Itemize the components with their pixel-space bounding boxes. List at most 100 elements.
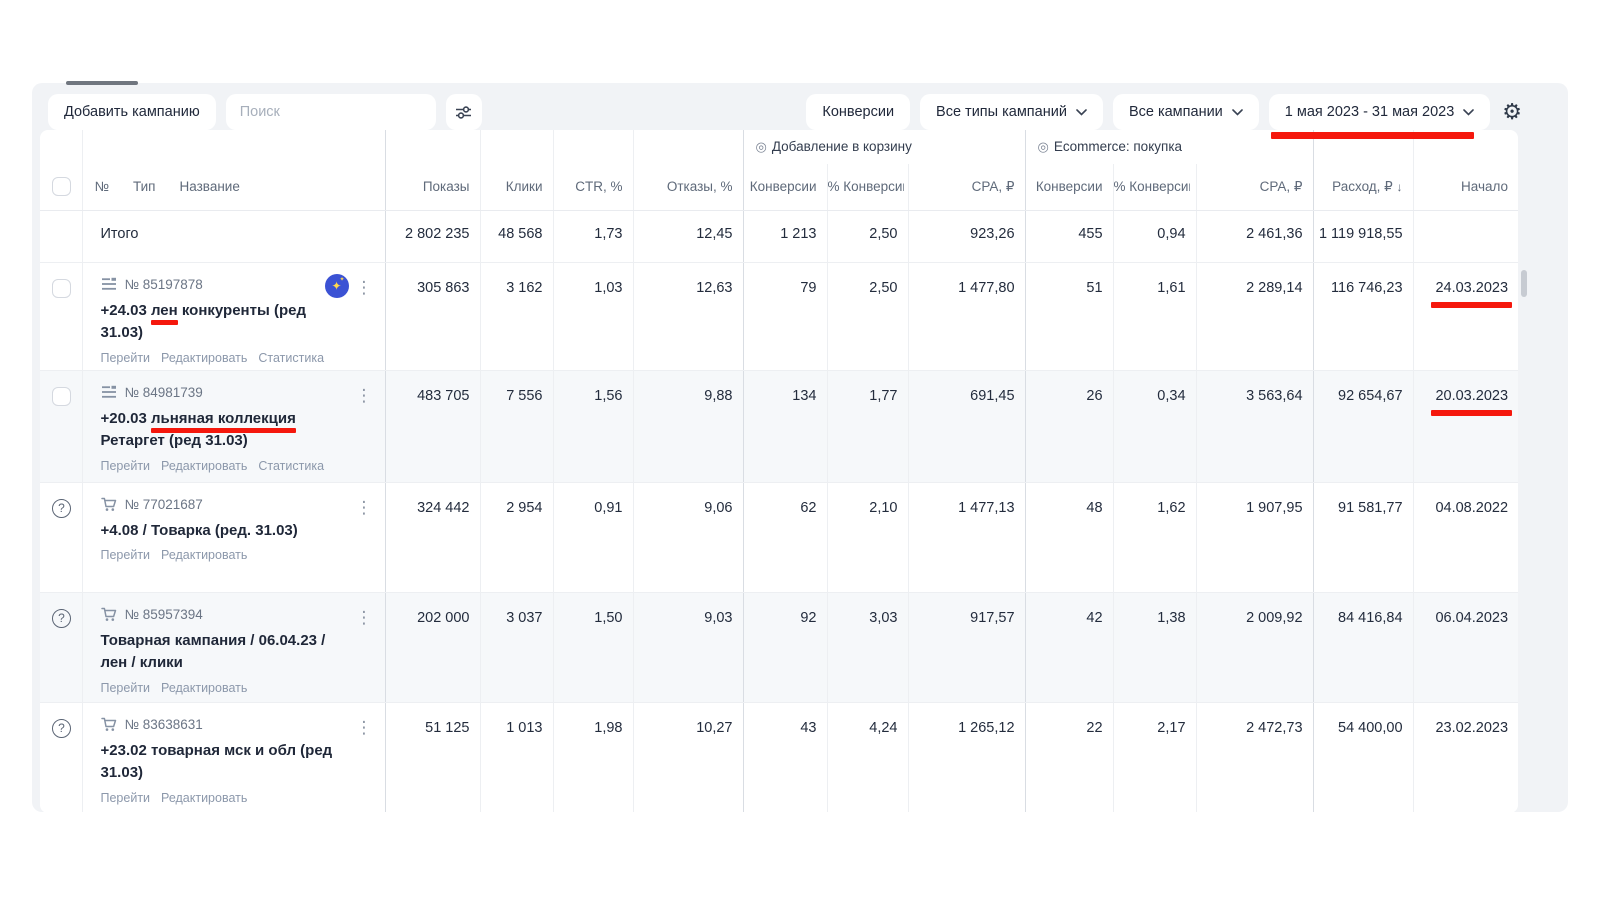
goal-group-cart: ◎Добавление в корзину [743, 130, 1025, 164]
campaign-id[interactable]: № 84981739 [125, 385, 203, 400]
cell-ecom-conv: 48 [1025, 482, 1113, 592]
link-stats[interactable]: Статистика [258, 459, 324, 473]
col-ecom-conversions[interactable]: Конверсии [1025, 164, 1113, 210]
help-icon[interactable]: ? [52, 609, 71, 628]
cell-cost: 92 654,67 [1313, 370, 1413, 482]
cell-shows: 51 125 [385, 702, 480, 812]
search-input[interactable] [226, 94, 436, 130]
column-header-row: № Тип Название Показы Клики CTR, % Отказ… [40, 164, 1518, 210]
cell-bounces: 12,63 [633, 262, 743, 370]
cell-start: 20.03.2023 [1413, 370, 1518, 482]
col-ctr[interactable]: CTR, % [553, 164, 633, 210]
totals-row: Итого 2 802 235 48 568 1,73 12,45 1 213 … [40, 210, 1518, 262]
help-icon[interactable]: ? [52, 499, 71, 518]
link-stats[interactable]: Статистика [258, 351, 324, 365]
toolbar: Добавить кампанию Конверсии Все типы кам… [32, 83, 1568, 130]
campaigns-table-card: ◎Добавление в корзину ◎Ecommerce: покупк… [40, 130, 1518, 812]
kebab-menu-icon[interactable]: ⋮ [356, 499, 373, 516]
cell-ctr: 0,91 [553, 482, 633, 592]
link-edit[interactable]: Редактировать [161, 459, 247, 473]
all-campaigns-dropdown[interactable]: Все кампании [1113, 94, 1259, 130]
campaigns-panel: Добавить кампанию Конверсии Все типы кам… [32, 83, 1568, 812]
select-all-checkbox[interactable] [52, 177, 71, 196]
goal-target-icon: ◎ [1038, 139, 1049, 154]
totals-shows: 2 802 235 [385, 210, 480, 262]
cell-cost: 54 400,00 [1313, 702, 1413, 812]
row-checkbox[interactable] [52, 387, 71, 406]
cell-cart-conv: 62 [743, 482, 827, 592]
cart-campaign-icon [101, 607, 118, 622]
totals-cart-rate: 2,50 [827, 210, 908, 262]
totals-cart-conv: 1 213 [743, 210, 827, 262]
campaign-name[interactable]: +23.02 товарная мск и обл (ред 31.03) [101, 740, 345, 785]
cell-cart-rate: 3,03 [827, 592, 908, 702]
campaign-row: № 84981739 ⋮ +20.03 льняная коллекция Ре… [40, 370, 1518, 482]
cell-cart-rate: 2,10 [827, 482, 908, 592]
red-underline-annotation [1431, 302, 1512, 308]
campaign-name[interactable]: +4.08 / Товарка (ред. 31.03) [101, 520, 345, 543]
cell-ecom-cpa: 3 563,64 [1196, 370, 1313, 482]
kebab-menu-icon[interactable]: ⋮ [356, 387, 373, 404]
red-underline-annotation [151, 428, 296, 433]
help-icon[interactable]: ? [52, 719, 71, 738]
vertical-scrollbar-thumb[interactable] [1521, 270, 1527, 297]
cell-clicks: 3 037 [480, 592, 553, 702]
sort-desc-icon: ↓ [1397, 180, 1403, 194]
col-cart-conv-rate[interactable]: % Конверсии [827, 164, 908, 210]
cell-clicks: 7 556 [480, 370, 553, 482]
cell-ecom-cpa: 1 907,95 [1196, 482, 1313, 592]
gear-icon[interactable]: ⚙ [1500, 101, 1524, 123]
campaign-name[interactable]: +24.03 лен конкуренты (ред 31.03) [101, 300, 345, 345]
link-go[interactable]: Перейти [101, 548, 151, 562]
red-underline-annotation [1271, 132, 1474, 139]
link-edit[interactable]: Редактировать [161, 351, 247, 365]
col-shows[interactable]: Показы [385, 164, 480, 210]
campaign-types-dropdown[interactable]: Все типы кампаний [920, 94, 1103, 130]
cell-cart-conv: 43 [743, 702, 827, 812]
link-go[interactable]: Перейти [101, 459, 151, 473]
col-clicks[interactable]: Клики [480, 164, 553, 210]
conversions-button[interactable]: Конверсии [806, 94, 910, 130]
col-cart-conversions[interactable]: Конверсии [743, 164, 827, 210]
campaign-name[interactable]: +20.03 льняная коллекция Ретаргет (ред 3… [101, 408, 345, 453]
cell-cart-rate: 1,77 [827, 370, 908, 482]
campaign-row: ? [40, 592, 1518, 702]
campaign-id[interactable]: № 85957394 [125, 607, 203, 622]
cell-cart-rate: 2,50 [827, 262, 908, 370]
add-campaign-button[interactable]: Добавить кампанию [48, 94, 216, 130]
campaign-id[interactable]: № 83638631 [125, 717, 203, 732]
campaign-id[interactable]: № 77021687 [125, 497, 203, 512]
col-cart-cpa[interactable]: CPA, ₽ [908, 164, 1025, 210]
col-bounces[interactable]: Отказы, % [633, 164, 743, 210]
kebab-menu-icon[interactable]: ⋮ [356, 609, 373, 626]
tab-indicator [66, 81, 138, 85]
cell-ecom-rate: 1,38 [1113, 592, 1196, 702]
cell-ctr: 1,98 [553, 702, 633, 812]
cell-shows: 305 863 [385, 262, 480, 370]
col-cost[interactable]: Расход, ₽ ↓ [1313, 164, 1413, 210]
cell-cost: 91 581,77 [1313, 482, 1413, 592]
kebab-menu-icon[interactable]: ⋮ [356, 719, 373, 736]
cell-bounces: 9,03 [633, 592, 743, 702]
link-go[interactable]: Перейти [101, 351, 151, 365]
cell-ecom-conv: 26 [1025, 370, 1113, 482]
col-ecom-conv-rate[interactable]: % Конверсии [1113, 164, 1196, 210]
kebab-menu-icon[interactable]: ⋮ [356, 279, 373, 296]
date-range-dropdown[interactable]: 1 мая 2023 - 31 мая 2023 [1269, 94, 1490, 130]
cell-shows: 324 442 [385, 482, 480, 592]
col-ecom-cpa[interactable]: CPA, ₽ [1196, 164, 1313, 210]
cell-ecom-cpa: 2 289,14 [1196, 262, 1313, 370]
link-go[interactable]: Перейти [101, 791, 151, 805]
campaign-name[interactable]: Товарная кампания / 06.04.23 / лен / кли… [101, 630, 345, 675]
col-start[interactable]: Начало [1413, 164, 1518, 210]
campaign-id[interactable]: № 85197878 [125, 277, 203, 292]
cell-cost: 116 746,23 [1313, 262, 1413, 370]
link-go[interactable]: Перейти [101, 681, 151, 695]
link-edit[interactable]: Редактировать [161, 681, 247, 695]
link-edit[interactable]: Редактировать [161, 548, 247, 562]
totals-cost: 1 119 918,55 [1313, 210, 1413, 262]
row-checkbox[interactable] [52, 279, 71, 298]
link-edit[interactable]: Редактировать [161, 791, 247, 805]
filters-button[interactable] [446, 94, 482, 130]
totals-ctr: 1,73 [553, 210, 633, 262]
